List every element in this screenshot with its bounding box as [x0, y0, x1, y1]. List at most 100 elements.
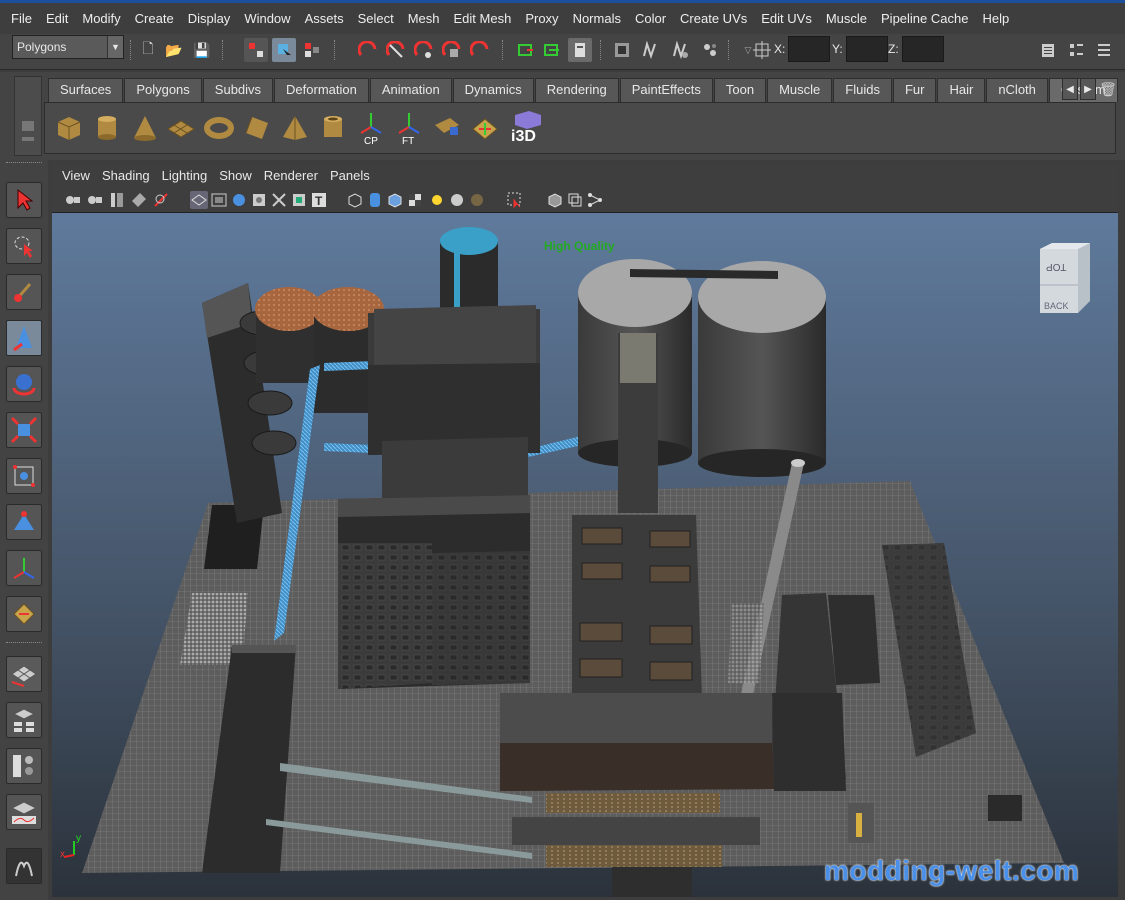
shelf-tab-muscle[interactable]: Muscle	[767, 78, 833, 102]
safe-title-icon[interactable]: T	[310, 191, 328, 209]
i3d-exporter-icon[interactable]: i3D	[507, 111, 547, 145]
shelf-tab-deformation[interactable]: Deformation	[274, 78, 369, 102]
xray-joints-icon[interactable]	[566, 191, 584, 209]
select-by-component-icon[interactable]	[300, 38, 324, 62]
universal-manipulator-icon[interactable]	[6, 458, 42, 494]
snap-grid-icon[interactable]	[356, 38, 380, 62]
menu-item-mesh[interactable]: Mesh	[401, 5, 447, 33]
panel-menu-show[interactable]: Show	[213, 168, 258, 183]
safe-action-icon[interactable]	[290, 191, 308, 209]
panel-menu-lighting[interactable]: Lighting	[156, 168, 214, 183]
select-by-object-icon[interactable]	[272, 38, 296, 62]
bookmarks-icon[interactable]	[108, 191, 126, 209]
shelf-grip[interactable]	[14, 76, 42, 156]
shelf-tab-surfaces[interactable]: Surfaces	[48, 78, 124, 102]
gate-mask-icon[interactable]	[250, 191, 268, 209]
film-gate-icon[interactable]	[210, 191, 228, 209]
select-camera-icon[interactable]	[64, 191, 82, 209]
textured-icon[interactable]	[406, 191, 424, 209]
render-frame-icon[interactable]	[610, 38, 634, 62]
lasso-tool-icon[interactable]	[6, 228, 42, 264]
attribute-editor-icon[interactable]	[1036, 38, 1060, 62]
construction-history-icon[interactable]	[568, 38, 592, 62]
menu-item-display[interactable]: Display	[181, 5, 238, 33]
freeze-transforms-icon[interactable]: FT	[393, 111, 425, 145]
transform-mode-icon[interactable]	[750, 38, 774, 62]
render-settings-icon[interactable]	[668, 38, 692, 62]
xray-icon[interactable]	[546, 191, 564, 209]
snap-point-icon[interactable]	[412, 38, 436, 62]
xray-components-icon[interactable]	[586, 191, 604, 209]
shelf-tab-hair[interactable]: Hair	[937, 78, 986, 102]
snap-view-plane-icon[interactable]	[440, 38, 464, 62]
uv-editor-icon[interactable]	[469, 111, 501, 145]
use-all-lights-icon[interactable]	[428, 191, 446, 209]
ipr-render-icon[interactable]	[638, 38, 662, 62]
panel-menu-renderer[interactable]: Renderer	[258, 168, 324, 183]
graph-editor-layout-icon[interactable]	[6, 794, 42, 830]
show-manipulator-icon[interactable]	[6, 550, 42, 586]
menu-item-create[interactable]: Create	[128, 5, 181, 33]
panel-menu-shading[interactable]: Shading	[96, 168, 156, 183]
shelf-tab-subdivs[interactable]: Subdivs	[202, 78, 274, 102]
poly-pipe-icon[interactable]	[317, 111, 349, 145]
shelf-tab-fluids[interactable]: Fluids	[833, 78, 892, 102]
channel-box-icon[interactable]	[1092, 38, 1116, 62]
wireframe-on-shaded-icon[interactable]	[386, 191, 404, 209]
shelf-scroll-right-icon[interactable]: ▶	[1080, 78, 1096, 100]
snap-curve-icon[interactable]	[384, 38, 408, 62]
poly-plane-icon[interactable]	[165, 111, 197, 145]
save-scene-icon[interactable]: 💾	[190, 38, 214, 62]
smooth-shade-icon[interactable]	[366, 191, 384, 209]
panel-menu-panels[interactable]: Panels	[324, 168, 376, 183]
make-live-icon[interactable]	[468, 38, 492, 62]
scale-tool-icon[interactable]	[6, 412, 42, 448]
two-d-pan-zoom-icon[interactable]	[152, 191, 170, 209]
select-tool-icon[interactable]	[6, 182, 42, 218]
shelf-scroll-left-icon[interactable]: ◀	[1062, 78, 1078, 100]
poly-prism-icon[interactable]	[241, 111, 273, 145]
coord-z-field[interactable]	[901, 36, 944, 62]
menu-item-edit-mesh[interactable]: Edit Mesh	[447, 5, 519, 33]
menu-item-help[interactable]: Help	[975, 5, 1016, 33]
output-connections-icon[interactable]	[540, 38, 564, 62]
new-scene-icon[interactable]: 🗋	[136, 38, 160, 62]
isolate-select-icon[interactable]	[506, 191, 524, 209]
hypershade-icon[interactable]	[698, 38, 722, 62]
menu-item-file[interactable]: File	[4, 5, 39, 33]
shelf-tab-toon[interactable]: Toon	[713, 78, 767, 102]
paint-select-tool-icon[interactable]	[6, 274, 42, 310]
tool-settings-icon[interactable]	[1064, 38, 1088, 62]
grid-toggle-icon[interactable]	[190, 191, 208, 209]
open-scene-icon[interactable]: 📂	[162, 38, 186, 62]
menu-item-assets[interactable]: Assets	[298, 5, 351, 33]
menu-item-select[interactable]: Select	[351, 5, 401, 33]
menu-item-muscle[interactable]: Muscle	[819, 5, 874, 33]
poly-cylinder-icon[interactable]	[91, 111, 123, 145]
view-cube[interactable]: TOP BACK	[1036, 241, 1092, 317]
shelf-tab-fur[interactable]: Fur	[892, 78, 937, 102]
uv-map-icon[interactable]	[431, 111, 463, 145]
select-by-hierarchy-icon[interactable]	[244, 38, 268, 62]
high-quality-rendering-icon[interactable]	[468, 191, 486, 209]
shelf-tab-painteffects[interactable]: PaintEffects	[619, 78, 713, 102]
shelf-tab-animation[interactable]: Animation	[369, 78, 452, 102]
menu-item-color[interactable]: Color	[628, 5, 673, 33]
menu-item-edit[interactable]: Edit	[39, 5, 75, 33]
menu-item-normals[interactable]: Normals	[566, 5, 628, 33]
menu-item-modify[interactable]: Modify	[75, 5, 127, 33]
shelf-tab-rendering[interactable]: Rendering	[534, 78, 619, 102]
input-connections-icon[interactable]	[514, 38, 538, 62]
shelf-tab-polygons[interactable]: Polygons	[124, 78, 202, 102]
poly-cube-icon[interactable]	[53, 111, 85, 145]
rotate-tool-icon[interactable]	[6, 366, 42, 402]
menu-item-edit-uvs[interactable]: Edit UVs	[754, 5, 819, 33]
shelf-menu-icon[interactable]	[22, 121, 34, 131]
resolution-gate-icon[interactable]	[230, 191, 248, 209]
panel-menu-view[interactable]: View	[56, 168, 96, 183]
menu-item-proxy[interactable]: Proxy	[518, 5, 565, 33]
soft-modification-icon[interactable]	[6, 504, 42, 540]
uv-tool-icon[interactable]	[6, 596, 42, 632]
menu-set-dropdown[interactable]: Polygons ▼	[12, 35, 124, 59]
move-tool-icon[interactable]	[6, 320, 42, 356]
